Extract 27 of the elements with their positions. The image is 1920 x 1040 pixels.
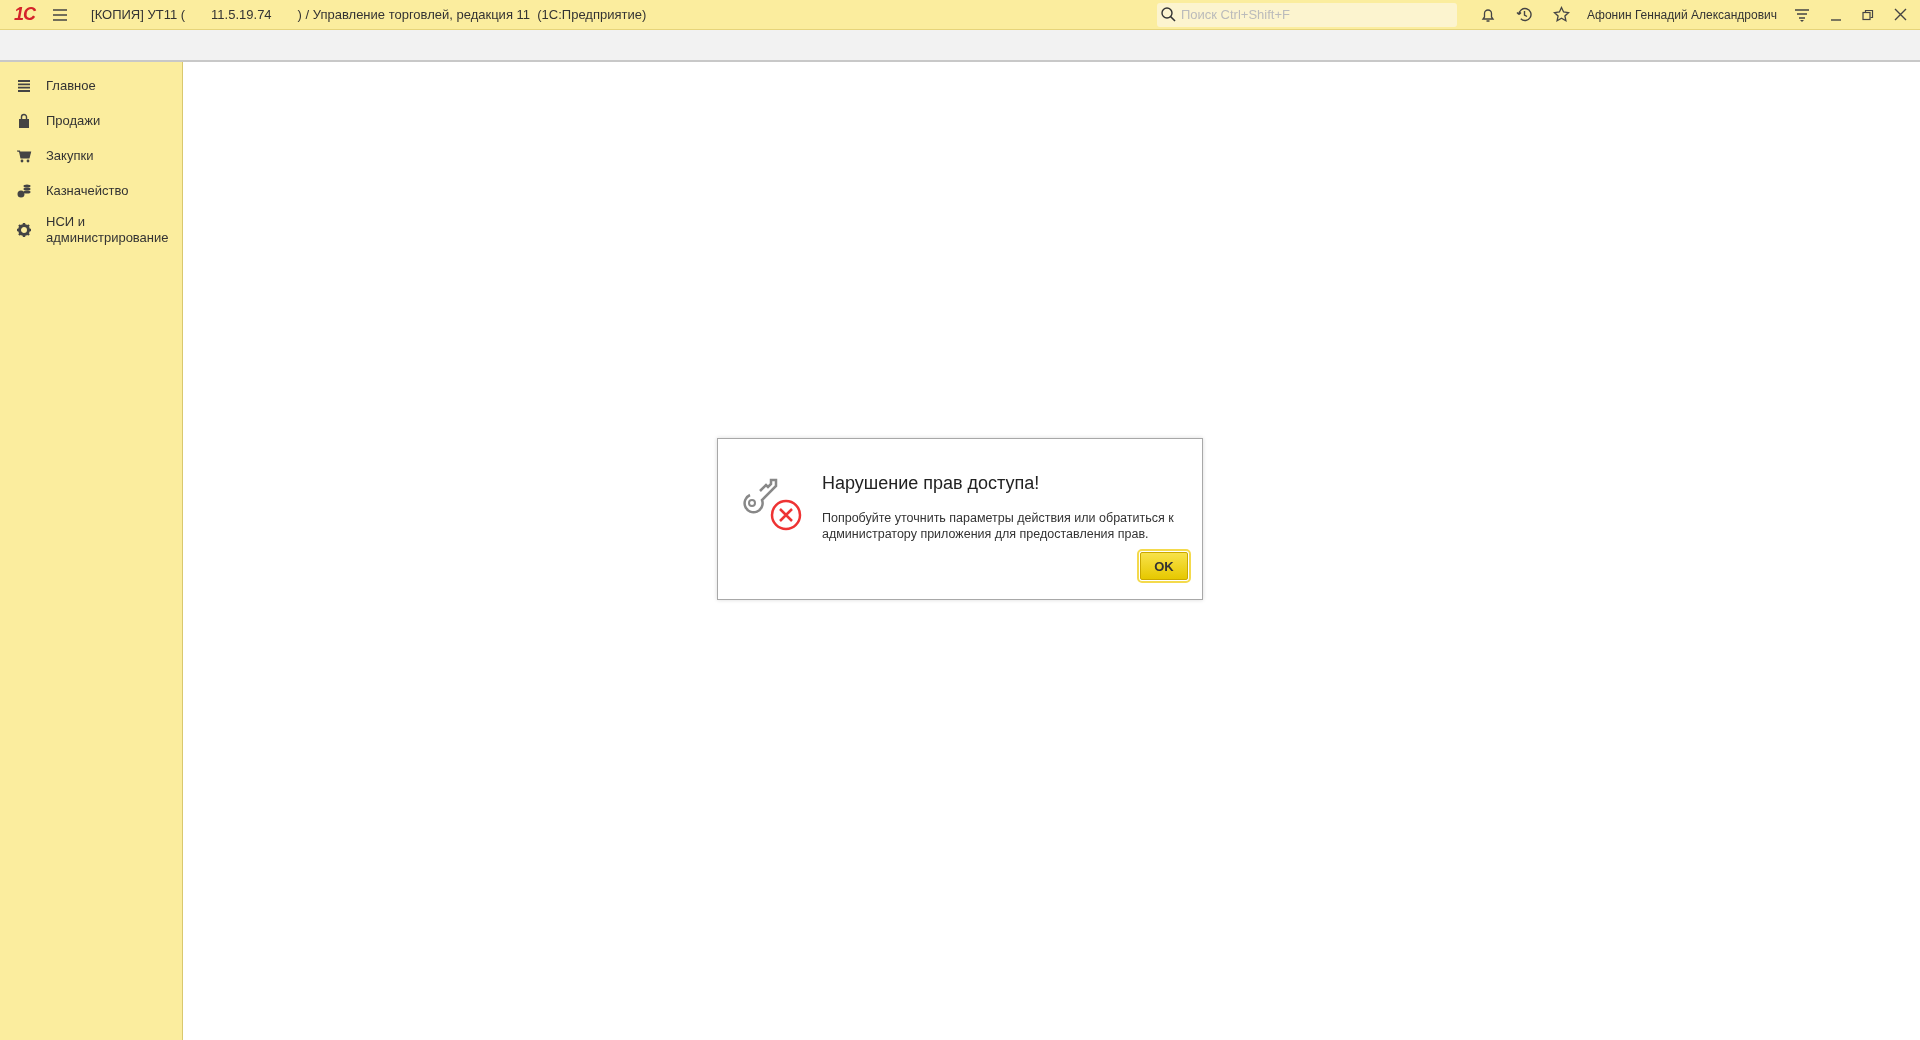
app-logo: 1С — [14, 4, 35, 25]
user-name[interactable]: Афонин Геннадий Александрович — [1586, 7, 1777, 22]
window-title: [КОПИЯ] УТ11 ( — [91, 7, 186, 22]
sidebar-item[interactable]: Главное — [0, 68, 182, 103]
sidebar-item[interactable]: Закупки — [0, 138, 182, 173]
sidebar-item[interactable]: Казначейство — [0, 173, 182, 208]
restore-icon[interactable] — [1862, 8, 1874, 21]
cart-icon — [16, 147, 32, 164]
sidebar-item[interactable]: НСИ и администрирование — [0, 208, 182, 252]
ok-button[interactable]: OK — [1140, 552, 1188, 580]
search-field[interactable]: Поиск Ctrl+Shift+F — [1156, 2, 1457, 27]
star-icon[interactable] — [1552, 6, 1570, 23]
bell-icon[interactable] — [1479, 6, 1496, 23]
menu-icon[interactable] — [52, 7, 68, 22]
sidebar-item[interactable]: Продажи — [0, 103, 182, 138]
list-icon — [16, 77, 32, 94]
close-icon[interactable] — [1894, 8, 1907, 21]
gear-icon — [16, 222, 32, 238]
window-title: ) / Управление торговлей, редакция 11 (1С:Предприятие) — [297, 7, 647, 22]
settings-menu-icon[interactable] — [1794, 6, 1810, 23]
history-icon[interactable] — [1515, 6, 1533, 23]
dialog-message: Попробуйте уточнить параметры действия или обратиться к администратору приложения для предоставления прав. — [822, 510, 1175, 542]
search-icon — [1160, 6, 1176, 22]
window-title: 11.5.19.74 — [211, 7, 272, 22]
dialog-title: Нарушение прав доступа! — [822, 473, 1041, 494]
coins-icon — [16, 182, 32, 199]
bag-icon — [16, 112, 32, 129]
